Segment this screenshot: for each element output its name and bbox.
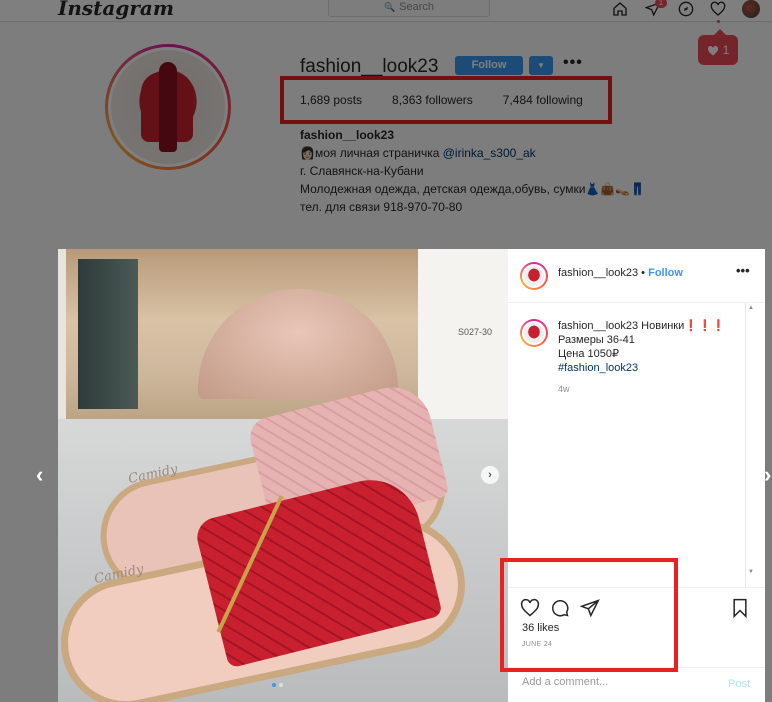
comments-scrollbar[interactable]: ▲ ▼: [745, 303, 755, 589]
like-heart-icon[interactable]: [520, 598, 540, 618]
add-comment-row: Post: [508, 667, 765, 702]
post-caption: fashion__look23 Новинки❗❗❗ Размеры 36-41…: [558, 319, 725, 375]
scroll-up-icon[interactable]: ▲: [748, 305, 754, 311]
post-author-avatar[interactable]: [520, 262, 548, 290]
comment-input[interactable]: [522, 676, 702, 688]
carousel-dots: [272, 683, 283, 687]
caption-age: 4w: [558, 384, 570, 394]
post-date: JUNE 24: [522, 641, 553, 648]
post-comment-button[interactable]: Post: [728, 678, 750, 690]
carousel-next-icon[interactable]: ›: [481, 466, 499, 484]
photo-code-label: S027-30: [458, 327, 493, 337]
comment-icon[interactable]: [550, 598, 570, 618]
save-bookmark-icon[interactable]: [730, 598, 750, 619]
caption-hashtag-link[interactable]: #fashion_look23: [558, 361, 725, 375]
likes-count[interactable]: 36 likes: [522, 622, 559, 634]
post-author-username[interactable]: fashion__look23: [558, 267, 638, 279]
caption-price: Цена 1050₽: [558, 348, 619, 360]
caption-username[interactable]: fashion__look23: [558, 320, 638, 332]
post-photo[interactable]: S027-30 Camidy Camidy: [58, 249, 508, 702]
modal-next-arrow-icon[interactable]: ›: [764, 462, 771, 488]
post-follow-button[interactable]: Follow: [648, 267, 683, 279]
caption-line1: Новинки❗❗❗: [638, 320, 726, 332]
scroll-down-icon[interactable]: ▼: [748, 569, 754, 575]
post-more-options-icon[interactable]: •••: [736, 263, 750, 278]
caption-sizes: Размеры 36-41: [558, 334, 635, 346]
modal-prev-arrow-icon[interactable]: ‹: [36, 462, 43, 488]
post-header: fashion__look23 • Follow •••: [508, 249, 765, 303]
post-side-panel: fashion__look23 • Follow ••• fashion__lo…: [508, 249, 765, 702]
caption-author-avatar[interactable]: [520, 319, 548, 347]
share-icon[interactable]: [579, 598, 600, 618]
